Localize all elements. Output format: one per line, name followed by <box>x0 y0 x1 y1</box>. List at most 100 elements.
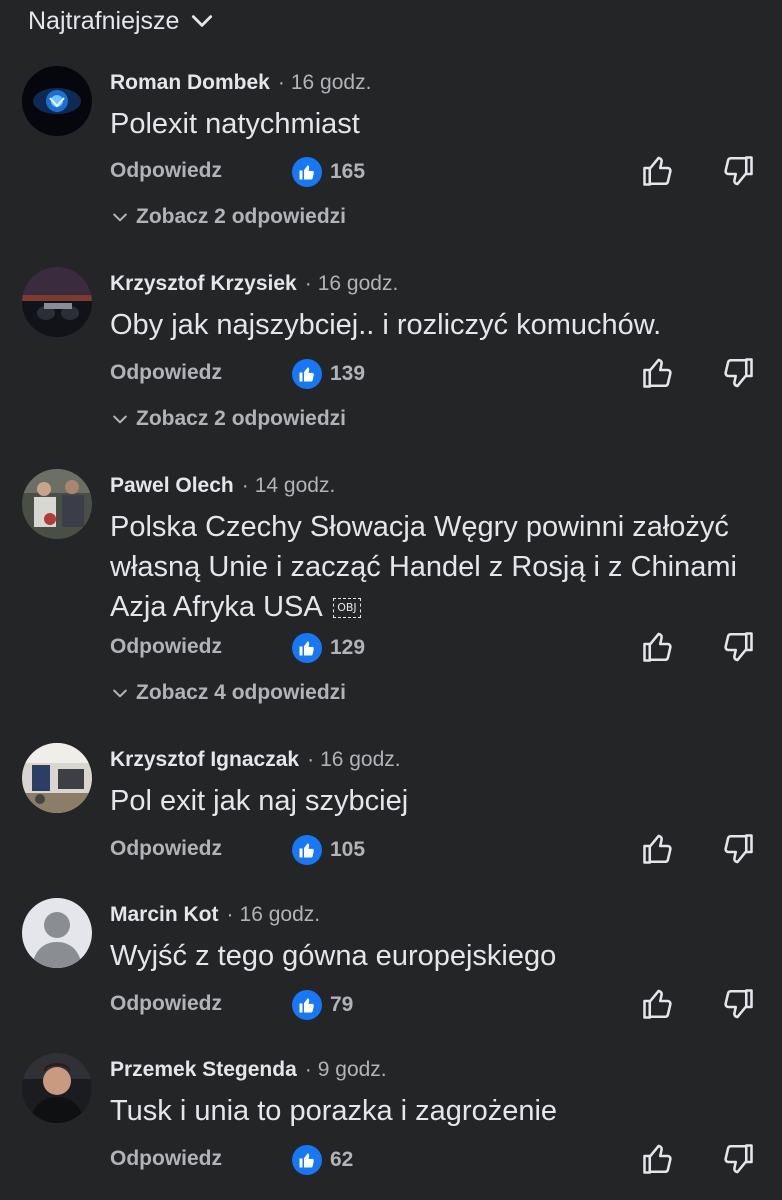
separator-dot: · <box>304 1058 312 1081</box>
separator-dot: · <box>277 71 285 94</box>
avatar[interactable] <box>22 267 92 337</box>
author-name[interactable]: Pawel Olech <box>110 474 234 498</box>
separator-dot: · <box>304 272 312 295</box>
upvote-button[interactable] <box>640 831 676 867</box>
author-name[interactable]: Marcin Kot <box>110 903 219 927</box>
chevron-down-icon <box>113 213 127 222</box>
upvote-button[interactable] <box>640 986 676 1022</box>
reaction-count[interactable]: 139 <box>292 359 365 389</box>
comment-text: Tusk i unia to porazka i zagrożenie <box>110 1095 558 1127</box>
chevron-down-icon <box>192 15 213 27</box>
downvote-button[interactable] <box>720 153 756 189</box>
chevron-down-icon <box>113 415 127 424</box>
upvote-button[interactable] <box>640 355 676 391</box>
reply-button[interactable]: Odpowiedz <box>110 837 222 861</box>
thumbs-down-icon <box>724 632 753 662</box>
avatar-image <box>22 267 92 337</box>
avatar-image <box>22 743 92 813</box>
thumbs-up-icon <box>643 632 672 662</box>
downvote-button[interactable] <box>720 1141 756 1177</box>
comment-actions: Odpowiedz 62 <box>0 1141 782 1181</box>
like-count: 105 <box>330 838 366 861</box>
reply-button[interactable]: Odpowiedz <box>110 635 222 659</box>
timestamp[interactable]: 16 godz. <box>318 272 399 296</box>
avatar[interactable] <box>22 469 92 539</box>
comment-actions: Odpowiedz 129 <box>0 629 782 669</box>
separator-dot: · <box>307 748 315 771</box>
like-reaction-icon <box>292 990 322 1020</box>
like-reaction-icon <box>292 359 322 389</box>
author-name[interactable]: Przemek Stegenda <box>110 1058 297 1082</box>
separator-dot: · <box>241 474 249 497</box>
view-replies-label: Zobacz 4 odpowiedzi <box>136 681 347 704</box>
avatar-image <box>22 469 92 539</box>
thumbs-up-icon <box>643 358 672 388</box>
thumbs-up-icon <box>643 1144 672 1174</box>
timestamp[interactable]: 14 godz. <box>255 474 336 498</box>
author-name[interactable]: Roman Dombek <box>110 71 270 95</box>
reaction-count[interactable]: 165 <box>292 157 365 187</box>
chevron-down-icon <box>113 689 127 698</box>
avatar[interactable] <box>22 898 92 968</box>
comment-header: Krzysztof Krzysiek · 16 godz. <box>110 269 398 299</box>
comment-actions: Odpowiedz 165 <box>0 153 782 193</box>
default-avatar-icon <box>22 898 92 968</box>
author-name[interactable]: Krzysztof Ignaczak <box>110 748 299 772</box>
view-replies-link[interactable]: Zobacz 2 odpowiedzi <box>110 205 346 229</box>
avatar[interactable] <box>22 66 92 136</box>
thumbs-up-icon <box>643 156 672 186</box>
comment-header: Przemek Stegenda · 9 godz. <box>110 1055 387 1085</box>
downvote-button[interactable] <box>720 831 756 867</box>
reaction-count[interactable]: 62 <box>292 1145 353 1175</box>
comment-actions: Odpowiedz 105 <box>0 831 782 871</box>
timestamp[interactable]: 16 godz. <box>320 748 401 772</box>
like-reaction-icon <box>292 835 322 865</box>
comment-text: Wyjść z tego gówna europejskiego <box>110 940 557 972</box>
thumbs-down-icon <box>724 156 753 186</box>
like-count: 165 <box>330 160 366 183</box>
comment-actions: Odpowiedz 139 <box>0 355 782 395</box>
reaction-count[interactable]: 105 <box>292 835 365 865</box>
upvote-button[interactable] <box>640 1141 676 1177</box>
like-reaction-icon <box>292 1145 322 1175</box>
separator-dot: · <box>226 903 234 926</box>
timestamp[interactable]: 16 godz. <box>240 903 321 927</box>
view-replies-link[interactable]: Zobacz 4 odpowiedzi <box>110 681 346 705</box>
comment-header: Krzysztof Ignaczak · 16 godz. <box>110 745 401 775</box>
like-reaction-icon <box>292 157 322 187</box>
reaction-count[interactable]: 129 <box>292 633 365 663</box>
comment-header: Marcin Kot · 16 godz. <box>110 900 320 930</box>
timestamp[interactable]: 9 godz. <box>318 1058 387 1082</box>
avatar-image <box>22 66 92 136</box>
reply-button[interactable]: Odpowiedz <box>110 992 222 1016</box>
avatar[interactable] <box>22 743 92 813</box>
sort-label: Najtrafniejsze <box>28 6 180 35</box>
downvote-button[interactable] <box>720 986 756 1022</box>
avatar[interactable] <box>22 1053 92 1123</box>
comment-actions: Odpowiedz 79 <box>0 986 782 1026</box>
upvote-button[interactable] <box>640 153 676 189</box>
downvote-button[interactable] <box>720 355 756 391</box>
reaction-count[interactable]: 79 <box>292 990 353 1020</box>
comment-text: Oby jak najszybciej.. i rozliczyć komuch… <box>110 309 662 341</box>
sort-dropdown[interactable]: Najtrafniejsze <box>28 6 215 36</box>
reply-button[interactable]: Odpowiedz <box>110 361 222 385</box>
thumbs-down-icon <box>724 834 753 864</box>
downvote-button[interactable] <box>720 629 756 665</box>
reply-button[interactable]: Odpowiedz <box>110 1147 222 1171</box>
like-reaction-icon <box>292 633 322 663</box>
thumbs-down-icon <box>724 358 753 388</box>
view-replies-label: Zobacz 2 odpowiedzi <box>136 407 347 430</box>
thumbs-down-icon <box>724 1144 753 1174</box>
author-name[interactable]: Krzysztof Krzysiek <box>110 272 297 296</box>
comment-text: Polexit natychmiast <box>110 108 360 140</box>
like-count: 139 <box>330 362 366 385</box>
comment-text-content: Polska Czechy Słowacja Węgry powinni zał… <box>110 511 737 623</box>
reply-button[interactable]: Odpowiedz <box>110 159 222 183</box>
timestamp[interactable]: 16 godz. <box>291 71 372 95</box>
view-replies-link[interactable]: Zobacz 2 odpowiedzi <box>110 407 346 431</box>
object-replacement-glyph: OBJ <box>333 598 361 619</box>
upvote-button[interactable] <box>640 629 676 665</box>
avatar-image <box>22 1053 92 1123</box>
view-replies-label: Zobacz 2 odpowiedzi <box>136 205 347 228</box>
